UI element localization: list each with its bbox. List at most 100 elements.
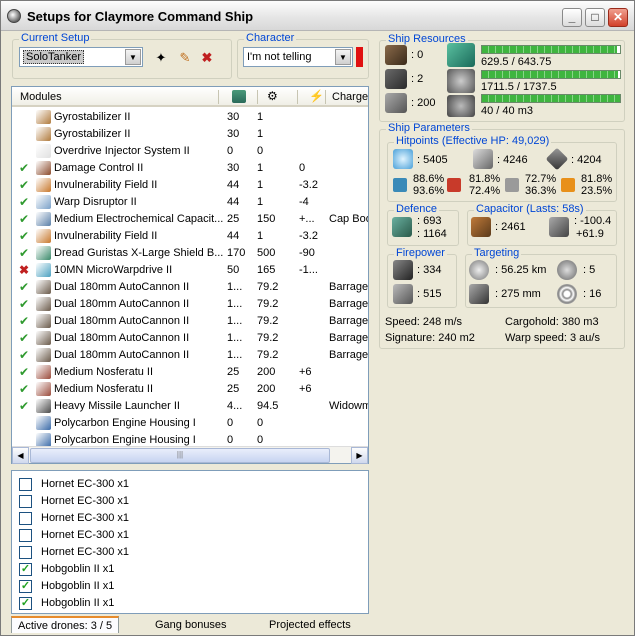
drone-checkbox[interactable] (19, 512, 32, 525)
module-icon (36, 144, 51, 158)
module-online-icon[interactable]: ✔ (18, 195, 30, 209)
module-row[interactable]: Gyrostabilizer II 30 1 (12, 126, 368, 143)
scroll-left-button[interactable]: ◀ (12, 447, 29, 464)
new-setup-icon[interactable]: ✎ (176, 49, 194, 67)
modules-list[interactable]: Modules ⚙ ⚡ Charges Gyrostabilizer II 30 1… (11, 86, 369, 464)
module-online-icon[interactable]: ✔ (18, 161, 30, 175)
module-cpu: 30 (227, 162, 240, 174)
module-row[interactable]: ✔ Invulnerability Field II 44 1 -3.2 (12, 177, 368, 194)
drone-checkbox[interactable]: ✓ (19, 597, 32, 610)
module-powergrid: 0 (257, 145, 264, 157)
module-cpu: 1... (227, 281, 243, 293)
powergrid-icon[interactable]: ⚙ (267, 89, 278, 103)
module-row[interactable]: ✔ Medium Nosferatu II 25 200 +6 (12, 364, 368, 381)
module-charge: Barrage (329, 315, 369, 327)
cpu-value: 629.5 / 643.75 (481, 56, 552, 68)
module-icon (36, 399, 51, 413)
module-powergrid: 0 (257, 434, 264, 446)
modules-horizontal-scrollbar[interactable]: ◀ ||| ▶ (12, 446, 368, 464)
module-online-icon[interactable]: ✔ (18, 382, 30, 396)
module-row[interactable]: Gyrostabilizer II 30 1 (12, 109, 368, 126)
capacitor-delta-2: +61.9 (576, 228, 604, 240)
module-row[interactable]: ✔ Heavy Missile Launcher II 4... 94.5 Widowm (12, 398, 368, 415)
module-cpu: 1... (227, 349, 243, 361)
module-row[interactable]: ✔ Dual 180mm AutoCannon II 1... 79.2 Barrage (12, 313, 368, 330)
module-online-icon[interactable]: ✔ (18, 314, 30, 328)
drone-checkbox[interactable] (19, 529, 32, 542)
module-online-icon[interactable]: ✔ (18, 348, 30, 362)
scroll-thumb[interactable]: ||| (30, 448, 330, 463)
shield-icon (393, 149, 413, 169)
activation-icon[interactable]: ⚡ (309, 89, 324, 103)
module-online-icon[interactable]: ✔ (18, 212, 30, 226)
tab-active-drones[interactable]: Active drones: 3 / 5 (11, 616, 120, 633)
character-status-indicator (356, 47, 363, 67)
module-row[interactable]: ✔ Dual 180mm AutoCannon II 1... 79.2 Barrage (12, 279, 368, 296)
module-icon (36, 365, 51, 379)
module-cpu: 25 (227, 383, 240, 395)
drone-checkbox[interactable] (19, 495, 32, 508)
drone-checkbox[interactable] (19, 478, 32, 491)
module-online-icon[interactable]: ✔ (18, 246, 30, 260)
drone-checkbox[interactable]: ✓ (19, 580, 32, 593)
module-row[interactable]: ✔ Warp Disruptor II 44 1 -4 (12, 194, 368, 211)
drone-bandwidth-icon (447, 95, 475, 117)
module-online-icon[interactable]: ✔ (18, 331, 30, 345)
module-row[interactable]: Overdrive Injector System II 0 0 (12, 143, 368, 160)
cpu-icon[interactable] (232, 90, 246, 103)
ship-parameters-label: Ship Parameters (386, 122, 472, 134)
chevron-down-icon[interactable]: ▼ (335, 49, 351, 65)
scroll-right-button[interactable]: ▶ (351, 447, 368, 464)
drone-checkbox[interactable] (19, 546, 32, 559)
module-cpu: 0 (227, 417, 234, 429)
chevron-down-icon[interactable]: ▼ (125, 49, 141, 65)
title-bar[interactable]: Setups for Claymore Command Ship _ □ ✕ (1, 1, 634, 31)
module-powergrid: 79.2 (257, 281, 279, 293)
module-row[interactable]: ✔ Dual 180mm AutoCannon II 1... 79.2 Barrage (12, 347, 368, 364)
em-shield-resist: 88.6% (413, 173, 445, 185)
module-name: Heavy Missile Launcher II (54, 400, 180, 412)
module-row[interactable]: ✔ Medium Nosferatu II 25 200 +6 (12, 381, 368, 398)
delete-setup-icon[interactable]: ✖ (198, 49, 216, 67)
tab-gang-bonuses[interactable]: Gang bonuses (149, 617, 233, 634)
module-cpu: 44 (227, 230, 240, 242)
drones-list[interactable]: Hornet EC-300 x1 Hornet EC-300 x1 Hornet E… (11, 470, 369, 614)
module-offline-icon[interactable]: ✖ (18, 263, 30, 277)
module-cpu: 170 (227, 247, 246, 259)
module-row[interactable]: ✔ Dual 180mm AutoCannon II 1... 79.2 Barrage (12, 330, 368, 347)
module-charge: Widowm (329, 400, 369, 412)
wrench-icon[interactable]: ✦ (152, 49, 170, 67)
module-powergrid: 1 (257, 179, 264, 191)
maximize-button[interactable]: □ (585, 8, 605, 27)
module-charge: Barrage (329, 349, 369, 361)
module-online-icon[interactable]: ✔ (18, 297, 30, 311)
module-row[interactable]: ✖ 10MN MicroWarpdrive II 50 165 -1... (12, 262, 368, 279)
module-online-icon[interactable]: ✔ (18, 365, 30, 379)
module-online-icon[interactable]: ✔ (18, 399, 30, 413)
capacitor-recharge-icon (549, 217, 569, 237)
module-row[interactable]: ✔ Invulnerability Field II 44 1 -3.2 (12, 228, 368, 245)
module-icon (36, 348, 51, 362)
module-row[interactable]: Polycarbon Engine Housing I 0 0 (12, 415, 368, 432)
module-row[interactable]: ✔ Medium Electrochemical Capacit... 25 150 +… (12, 211, 368, 228)
minimize-button[interactable]: _ (562, 8, 582, 27)
module-cpu: 1... (227, 315, 243, 327)
module-name: Invulnerability Field II (54, 230, 158, 242)
drone-checkbox[interactable]: ✓ (19, 563, 32, 576)
module-row[interactable]: ✔ Dread Guristas X-Large Shield B... 170 50… (12, 245, 368, 262)
module-name: Damage Control II (54, 162, 144, 174)
module-row[interactable]: ✔ Damage Control II 30 1 0 (12, 160, 368, 177)
drone-label: Hornet EC-300 x1 (41, 512, 130, 524)
charges-column-header[interactable]: Charges (332, 91, 368, 103)
character-select[interactable]: I'm not telling ▼ (243, 47, 353, 67)
tab-projected-effects[interactable]: Projected effects (263, 617, 357, 634)
close-button[interactable]: ✕ (608, 8, 628, 27)
modules-column-header[interactable]: Modules (20, 91, 62, 103)
module-row[interactable]: ✔ Dual 180mm AutoCannon II 1... 79.2 Barrage (12, 296, 368, 313)
drone-label: Hornet EC-300 x1 (41, 495, 130, 507)
setup-select[interactable]: SoloTanker ▼ (19, 47, 143, 67)
module-online-icon[interactable]: ✔ (18, 178, 30, 192)
module-online-icon[interactable]: ✔ (18, 229, 30, 243)
thermal-armor-resist: 72.4% (469, 185, 501, 197)
module-online-icon[interactable]: ✔ (18, 280, 30, 294)
